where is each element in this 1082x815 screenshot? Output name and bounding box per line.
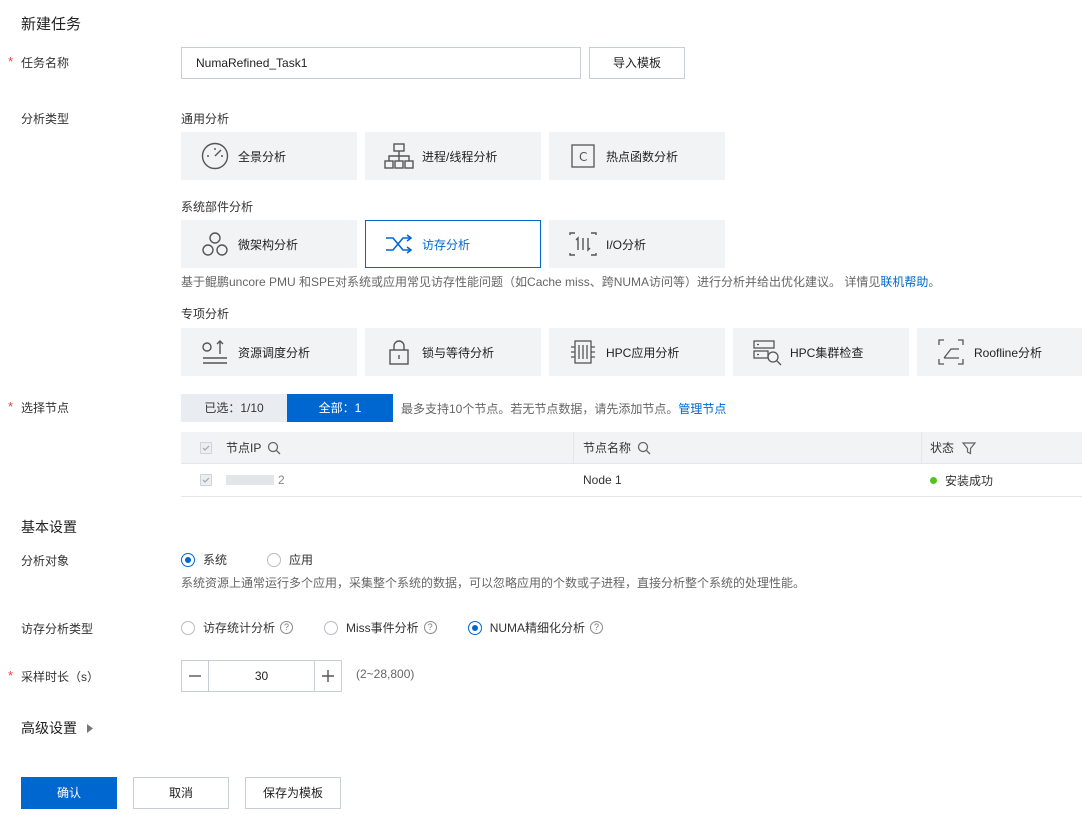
column-node-ip: 节点IP	[226, 432, 281, 463]
help-icon[interactable]: ?	[280, 621, 294, 634]
analysis-target-radios: 系统 应用	[181, 551, 313, 568]
radio-numa-refined[interactable]: NUMA精细化分析?	[467, 619, 604, 636]
nodes-hint: 最多支持10个节点。若无节点数据，请先添加节点。管理节点	[401, 402, 727, 416]
table-row[interactable]: 2 Node 1 安装成功	[181, 464, 1082, 497]
online-help-link[interactable]: 联机帮助	[880, 275, 928, 289]
advanced-settings-toggle[interactable]: 高级设置	[21, 718, 93, 738]
masked-ip	[226, 475, 274, 485]
card-hotspot-function-analysis[interactable]: C 热点函数分析	[549, 132, 725, 180]
cluster-check-icon	[751, 336, 783, 368]
select-all-checkbox[interactable]	[200, 432, 212, 463]
gauge-icon	[199, 140, 231, 172]
mem-analysis-type-radios: 访存统计分析? Miss事件分析? NUMA精细化分析?	[181, 619, 604, 636]
card-hpc-application-analysis[interactable]: HPC应用分析	[549, 328, 725, 376]
required-mark: *	[8, 668, 14, 683]
special-analysis-label: 专项分析	[181, 307, 230, 321]
radio-mem-stat[interactable]: 访存统计分析?	[181, 619, 294, 636]
column-status: 状态	[930, 432, 977, 463]
filter-icon[interactable]	[962, 441, 977, 455]
radio-system[interactable]: 系统	[181, 551, 227, 568]
duration-input[interactable]: 30	[208, 661, 315, 691]
lock-icon	[383, 336, 415, 368]
card-process-thread-analysis[interactable]: 进程/线程分析	[365, 132, 541, 180]
caret-right-icon	[87, 723, 93, 733]
shuffle-icon	[383, 228, 415, 260]
card-microarchitecture-analysis[interactable]: 微架构分析	[181, 220, 357, 268]
status-dot	[930, 476, 937, 484]
svg-text:C: C	[579, 150, 587, 164]
card-hpc-cluster-check[interactable]: HPC集群检查	[733, 328, 909, 376]
row-checkbox[interactable]	[200, 464, 212, 496]
duration-stepper: 30	[181, 660, 342, 692]
save-template-button[interactable]: 保存为模板	[245, 777, 341, 809]
schedule-icon	[199, 336, 231, 368]
card-roofline-analysis[interactable]: Roofline分析	[917, 328, 1082, 376]
sample-duration-label: * 采样时长（s）	[8, 668, 100, 684]
confirm-button[interactable]: 确认	[21, 777, 117, 809]
hpc-app-icon	[567, 336, 599, 368]
task-name-input[interactable]: NumaRefined_Task1	[181, 47, 581, 79]
memory-analysis-description: 基于鲲鹏uncore PMU 和SPE对系统或应用常见访存性能问题（如Cache…	[181, 275, 941, 289]
card-panorama-analysis[interactable]: 全景分析	[181, 132, 357, 180]
cancel-button[interactable]: 取消	[133, 777, 229, 809]
tab-selected-nodes[interactable]: 已选：1/10	[181, 394, 287, 422]
card-lock-wait-analysis[interactable]: 锁与等待分析	[365, 328, 541, 376]
molecule-icon	[199, 228, 231, 260]
roofline-icon	[935, 336, 967, 368]
analysis-target-label: 分析对象	[21, 554, 70, 568]
duration-range-hint: (2~28,800)	[356, 667, 415, 681]
increment-button[interactable]	[315, 661, 341, 691]
radio-application[interactable]: 应用	[267, 551, 313, 568]
column-node-name: 节点名称	[583, 432, 651, 463]
search-icon[interactable]	[267, 441, 281, 455]
page-title: 新建任务	[21, 16, 82, 33]
search-icon[interactable]	[637, 441, 651, 455]
table-header: 节点IP 节点名称 状态	[181, 432, 1082, 464]
task-name-label: * 任务名称	[8, 54, 70, 70]
component-analysis-label: 系统部件分析	[181, 200, 254, 214]
hierarchy-icon	[383, 140, 415, 172]
import-template-button[interactable]: 导入模板	[589, 47, 685, 79]
radio-miss-event[interactable]: Miss事件分析?	[324, 619, 437, 636]
decrement-button[interactable]	[182, 661, 208, 691]
tab-all-nodes[interactable]: 全部：1	[287, 394, 393, 422]
card-io-analysis[interactable]: I/O分析	[549, 220, 725, 268]
node-name-cell: Node 1	[583, 473, 622, 487]
io-icon	[567, 228, 599, 260]
help-icon[interactable]: ?	[590, 621, 604, 634]
node-ip-cell: 2	[226, 464, 285, 496]
analysis-type-label: 分析类型	[21, 112, 70, 126]
mem-analysis-type-label: 访存分析类型	[21, 622, 94, 636]
nodes-table: 节点IP 节点名称 状态 2 Node 1 安装成功	[181, 432, 1082, 497]
card-memory-access-analysis[interactable]: 访存分析	[365, 220, 541, 268]
general-analysis-label: 通用分析	[181, 112, 230, 126]
required-mark: *	[8, 399, 14, 414]
c-function-icon: C	[567, 140, 599, 172]
card-resource-scheduling-analysis[interactable]: 资源调度分析	[181, 328, 357, 376]
required-mark: *	[8, 54, 14, 69]
basic-settings-title: 基本设置	[21, 519, 77, 535]
select-nodes-label: * 选择节点	[8, 399, 70, 415]
node-status-cell: 安装成功	[930, 464, 993, 496]
help-icon[interactable]: ?	[423, 621, 437, 634]
analysis-target-description: 系统资源上通常运行多个应用，采集整个系统的数据，可以忽略应用的个数或子进程，直接…	[181, 576, 806, 590]
manage-nodes-link[interactable]: 管理节点	[678, 402, 726, 416]
